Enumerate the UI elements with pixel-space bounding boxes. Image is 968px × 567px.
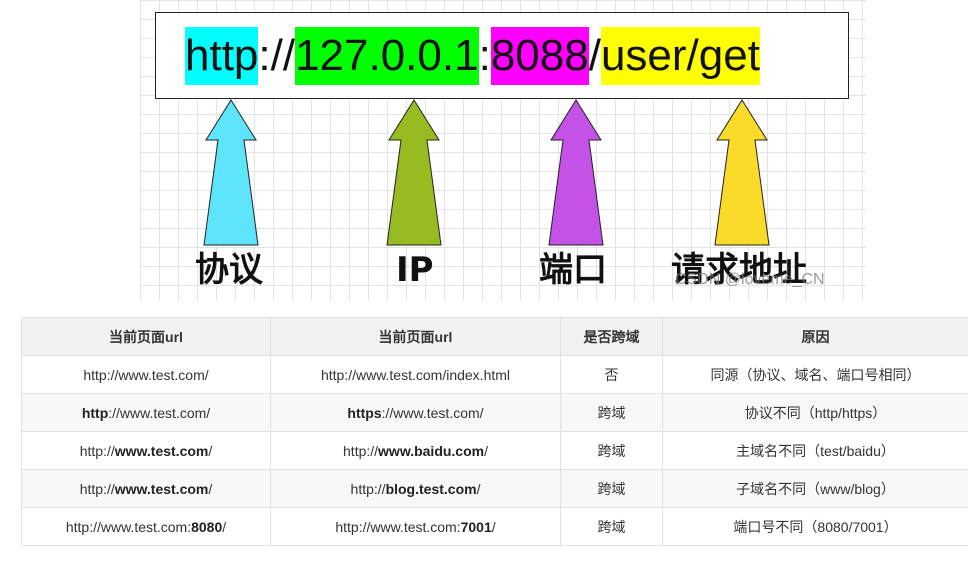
cell-url-1: http://www.test.com/ (21, 469, 271, 508)
url-highlight: www.test.com (114, 480, 209, 497)
url-text-part: / (208, 442, 213, 459)
url-text-part: http://www.test.com/index.html (320, 366, 511, 383)
table-body: http://www.test.com/http://www.test.com/… (21, 355, 968, 546)
url-text-part: http:// (79, 442, 115, 459)
url-highlight: https (347, 404, 382, 421)
header-reason: 原因 (662, 317, 968, 356)
header-current-url-2: 当前页面url (270, 317, 561, 356)
url-text-part: http://www.test.com: (65, 518, 192, 535)
protocol-label: 协议 (195, 250, 263, 290)
cell-url-2: http://www.test.com:7001/ (270, 507, 561, 546)
port-arrow (548, 99, 604, 246)
cell-url-2: https://www.test.com/ (270, 393, 561, 432)
url-highlight: http (81, 404, 109, 421)
protocol-arrow (203, 99, 259, 246)
cell-url-2: http://www.test.com/index.html (270, 355, 561, 394)
url-highlight: 7001 (460, 518, 492, 535)
cell-url-2: http://www.baidu.com/ (270, 431, 561, 470)
url-highlight: 8080 (191, 518, 223, 535)
cors-comparison-table: 当前页面url 当前页面url 是否跨域 原因 http://www.test.… (21, 317, 968, 546)
url-text-part: ://www.test.com/ (108, 404, 211, 421)
table-row: http://www.test.com:8080/http://www.test… (21, 507, 968, 546)
header-cross-origin: 是否跨域 (560, 317, 663, 356)
cell-url-1: http://www.test.com/ (21, 431, 271, 470)
cell-url-1: http://www.test.com/ (21, 355, 271, 394)
url-text-part: http://www.test.com: (335, 518, 461, 535)
url-highlight: www.test.com (114, 442, 209, 459)
url-text-part: http://www.test.com/ (83, 366, 209, 383)
arrows-layer (203, 99, 770, 246)
table-row: http://www.test.com/https://www.test.com… (21, 393, 968, 432)
cell-cross-origin: 否 (560, 355, 663, 394)
url-text-part: / (208, 480, 213, 497)
cell-reason: 子域名不同（www/blog） (662, 469, 968, 508)
url-text-part: http:// (79, 480, 115, 497)
cell-url-2: http://blog.test.com/ (270, 469, 561, 508)
url-highlight: www.baidu.com (378, 442, 485, 459)
url-text-part: / (491, 518, 496, 535)
cell-cross-origin: 跨域 (560, 469, 663, 508)
table-row: http://www.test.com/http://www.baidu.com… (21, 431, 968, 470)
table-row: http://www.test.com/http://www.test.com/… (21, 355, 968, 394)
table-row: http://www.test.com/http://blog.test.com… (21, 469, 968, 508)
url-text-part: http:// (343, 442, 379, 459)
url-highlight: blog.test.com (385, 480, 477, 497)
ip-arrow (386, 99, 442, 246)
path-arrow (714, 99, 770, 246)
url-text-part: ://www.test.com/ (381, 404, 484, 421)
cell-url-1: http://www.test.com:8080/ (21, 507, 271, 546)
watermark: CSDN @loveme_CN (675, 271, 825, 288)
header-current-url-1: 当前页面url (21, 317, 271, 356)
cell-reason: 端口号不同（8080/7001） (662, 507, 968, 546)
cell-reason: 协议不同（http/https） (662, 393, 968, 432)
table-header-row: 当前页面url 当前页面url 是否跨域 原因 (21, 317, 968, 356)
cell-cross-origin: 跨域 (560, 431, 663, 470)
cell-reason: 同源（协议、域名、端口号相同） (662, 355, 968, 394)
port-label: 端口 (539, 250, 607, 290)
url-text-part: / (222, 518, 227, 535)
url-text-part: / (484, 442, 488, 459)
ip-label: IP (396, 250, 434, 290)
cell-cross-origin: 跨域 (560, 393, 663, 432)
url-text-part: / (476, 480, 481, 497)
url-text-part: http:// (350, 480, 386, 497)
cell-reason: 主域名不同（test/baidu） (662, 431, 968, 470)
cell-url-1: http://www.test.com/ (21, 393, 271, 432)
cell-cross-origin: 跨域 (560, 507, 663, 546)
